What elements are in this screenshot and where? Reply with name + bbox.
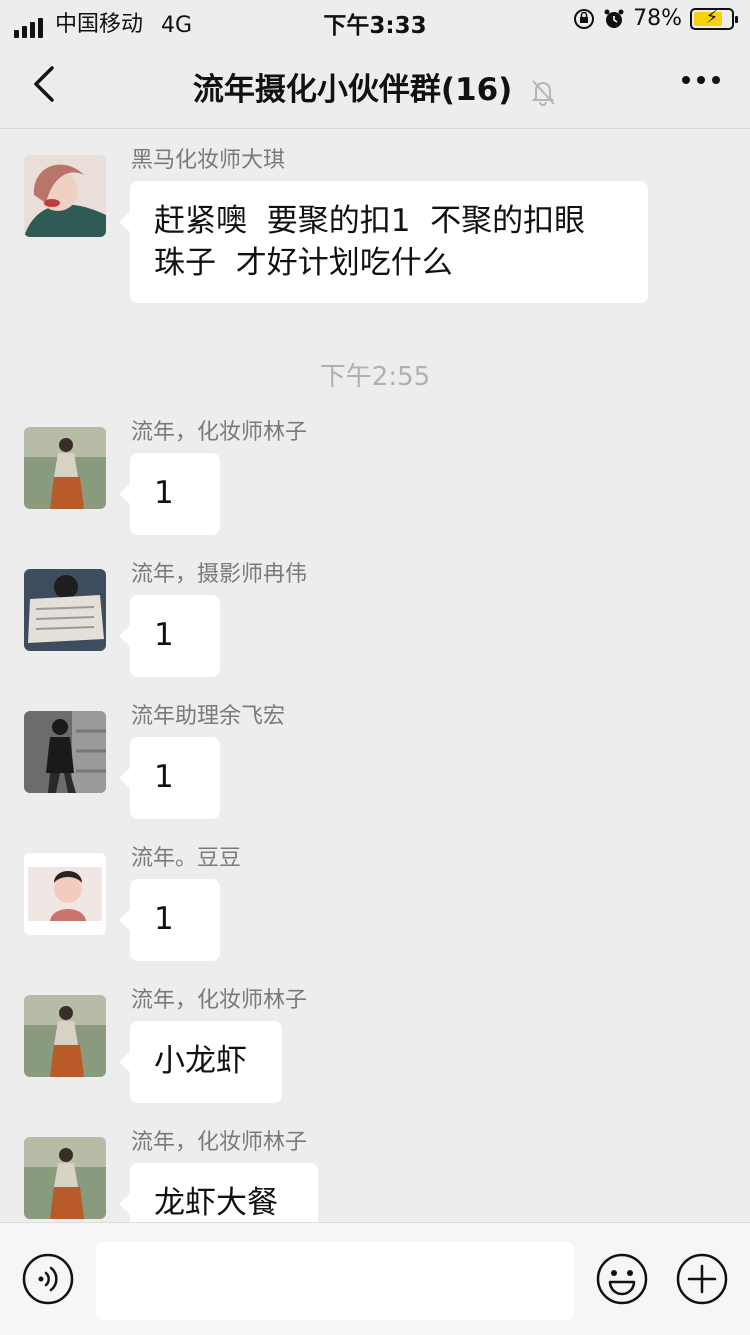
alarm-icon bbox=[604, 9, 624, 28]
chat-title: 流年摄化小伙伴群(16) bbox=[192, 72, 513, 108]
chat-title-bar[interactable]: 流年摄化小伙伴群(16) bbox=[0, 64, 750, 109]
sender-name: 流年，摄影师冉伟 bbox=[131, 562, 308, 587]
mute-bell-icon bbox=[531, 79, 555, 106]
sender-name: 流年，化妆师林子 bbox=[131, 1130, 308, 1155]
avatar[interactable] bbox=[24, 427, 106, 509]
message-bubble[interactable]: 小龙虾 bbox=[119, 1021, 282, 1103]
message-text: 1 bbox=[154, 759, 174, 795]
emoji-icon bbox=[596, 1253, 648, 1305]
status-bar: 中国移动 4G 下午3:33 78% ⚡ bbox=[0, 0, 750, 40]
sender-name: 流年，化妆师林子 bbox=[131, 420, 308, 445]
sender-name: 黑马化妆师大琪 bbox=[131, 148, 286, 173]
avatar[interactable] bbox=[24, 1137, 106, 1219]
sender-name: 流年，化妆师林子 bbox=[131, 988, 308, 1013]
message-text: 1 bbox=[154, 617, 174, 653]
message-text: 1 bbox=[154, 475, 174, 511]
sender-name: 流年。豆豆 bbox=[131, 846, 242, 871]
input-bar bbox=[0, 1222, 750, 1335]
more-icon bbox=[682, 76, 690, 84]
message-bubble[interactable]: 赶紧噢 要聚的扣1 不聚的扣眼 珠子 才好计划吃什么 bbox=[119, 181, 648, 303]
message-bubble[interactable]: 1 bbox=[119, 879, 220, 961]
battery-icon: ⚡ bbox=[690, 7, 738, 30]
emoji-button[interactable] bbox=[596, 1253, 648, 1305]
avatar[interactable] bbox=[24, 995, 106, 1077]
message-line: 赶紧噢 要聚的扣1 不聚的扣眼 bbox=[154, 203, 586, 239]
message-text: 1 bbox=[154, 901, 174, 937]
status-right: 78% ⚡ bbox=[573, 6, 738, 31]
time-divider: 下午2:55 bbox=[319, 362, 431, 392]
avatar[interactable] bbox=[24, 853, 106, 935]
message-text: 小龙虾 bbox=[154, 1043, 247, 1079]
message-bubble[interactable]: 1 bbox=[119, 453, 220, 535]
plus-icon bbox=[676, 1253, 728, 1305]
chat-header: 流年摄化小伙伴群(16) bbox=[0, 40, 750, 129]
message-bubble[interactable]: 1 bbox=[119, 737, 220, 819]
voice-icon bbox=[22, 1253, 74, 1305]
plus-button[interactable] bbox=[676, 1253, 728, 1305]
message-text: 龙虾大餐 bbox=[154, 1185, 278, 1221]
sender-name: 流年助理余飞宏 bbox=[131, 704, 286, 729]
message-input[interactable] bbox=[96, 1242, 574, 1320]
more-button[interactable] bbox=[682, 76, 720, 84]
orientation-lock-icon bbox=[574, 8, 595, 29]
avatar[interactable] bbox=[24, 569, 106, 651]
avatar[interactable] bbox=[24, 711, 106, 793]
message-bubble[interactable]: 1 bbox=[119, 595, 220, 677]
avatar[interactable] bbox=[24, 155, 106, 237]
message-line: 珠子 才好计划吃什么 bbox=[154, 245, 453, 281]
voice-button[interactable] bbox=[22, 1253, 74, 1305]
battery-percent: 78% bbox=[633, 6, 682, 31]
